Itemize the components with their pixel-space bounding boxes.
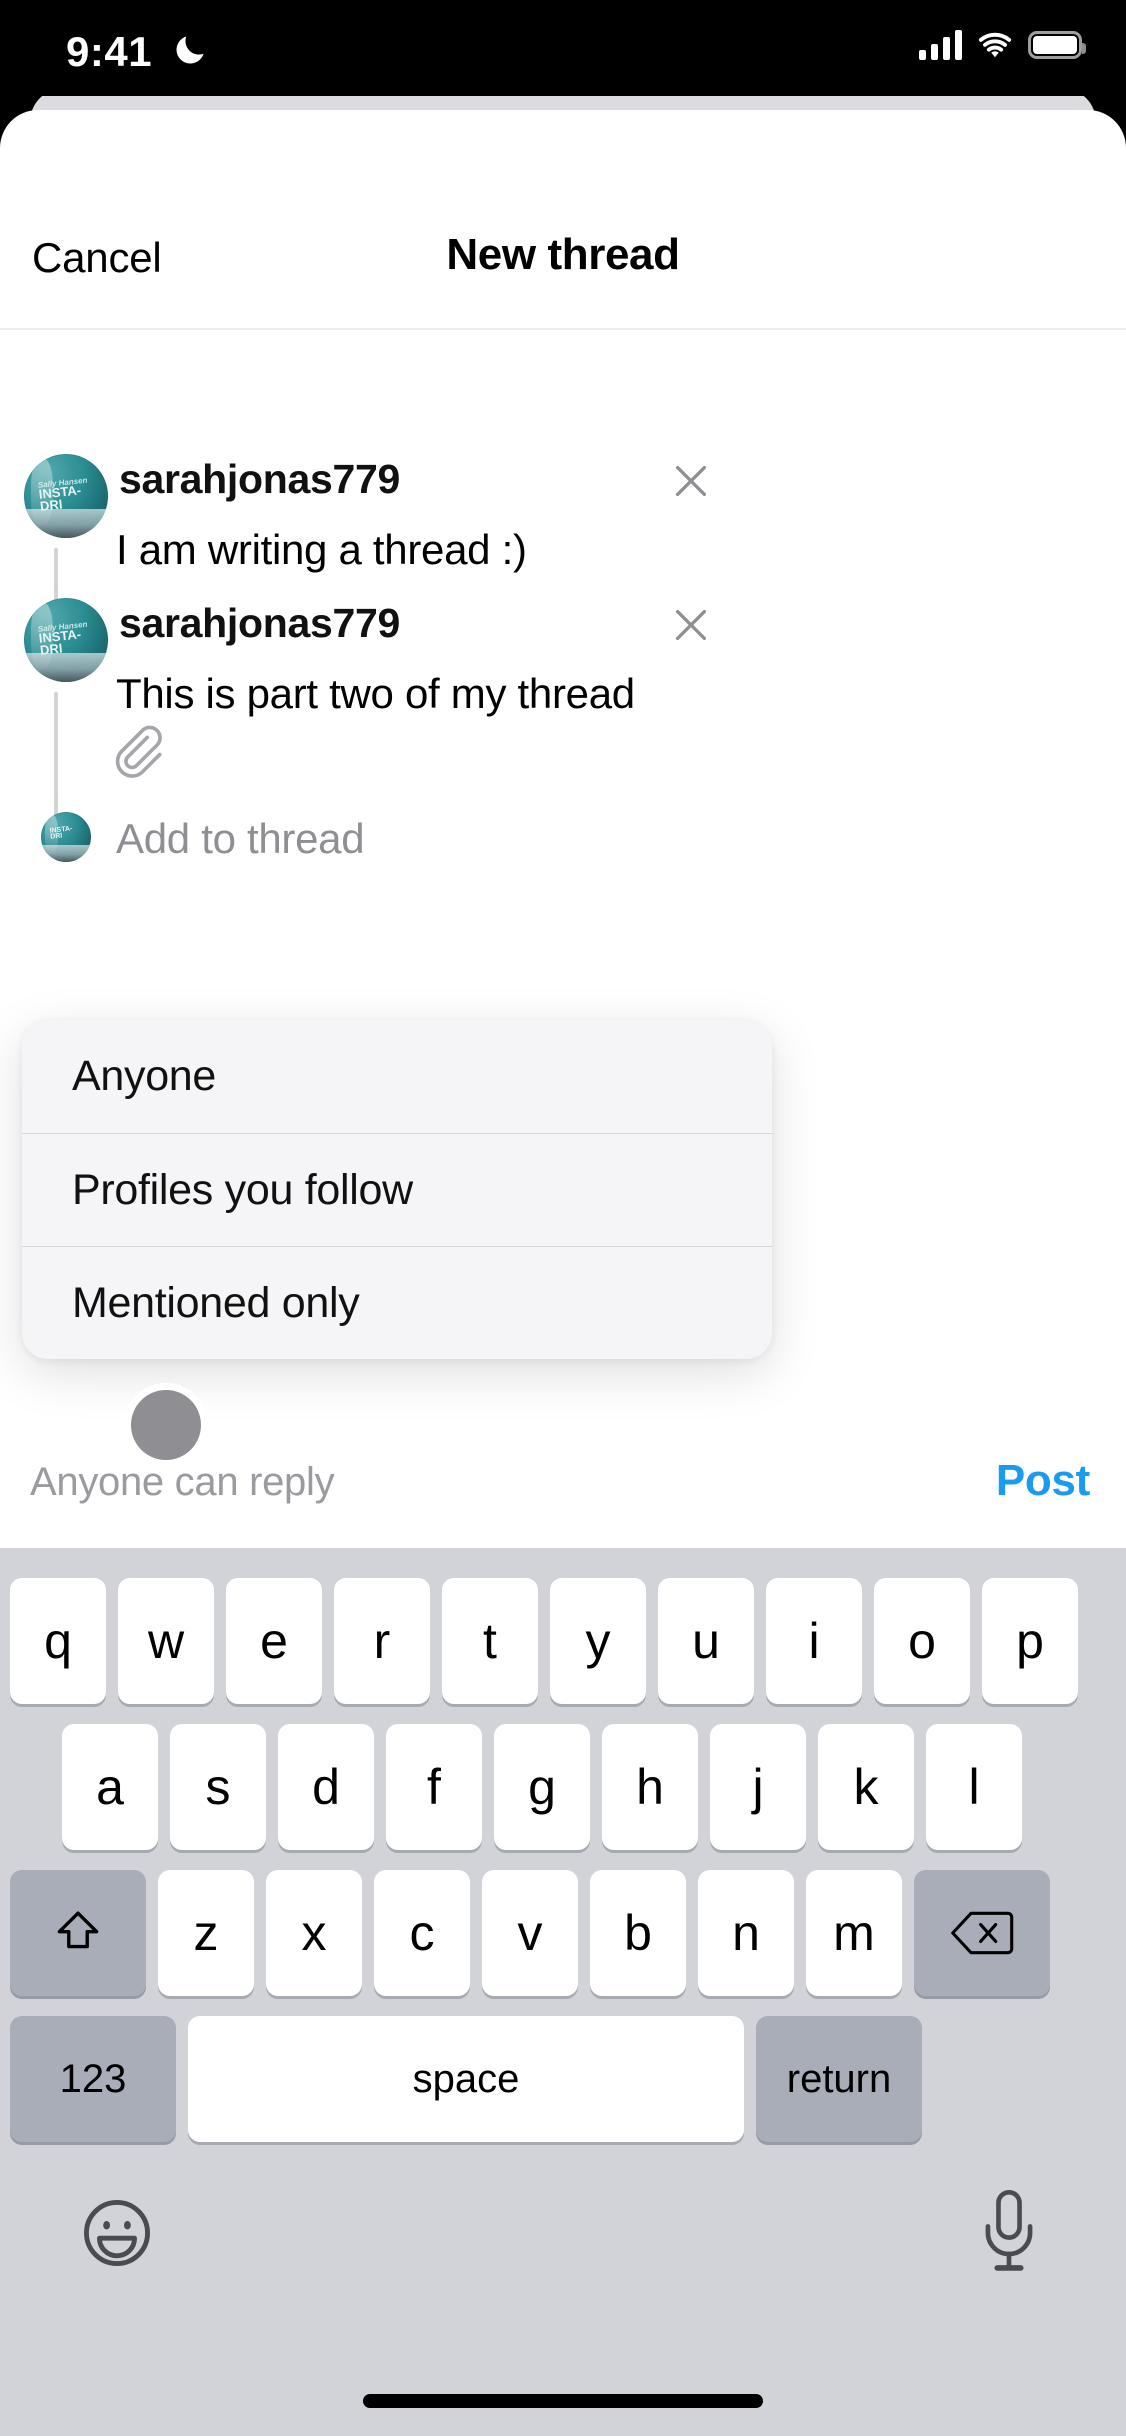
shift-icon: [57, 1911, 99, 1949]
shift-key[interactable]: [10, 1870, 146, 1996]
header-divider: [0, 328, 1126, 330]
add-to-thread-input[interactable]: Add to thread: [116, 815, 365, 863]
key-g[interactable]: g: [494, 1724, 590, 1850]
emoji-icon[interactable]: [78, 2194, 156, 2272]
backspace-icon: [951, 1911, 1014, 1955]
key-i[interactable]: i: [766, 1578, 862, 1704]
key-b[interactable]: b: [590, 1870, 686, 1996]
close-icon[interactable]: [668, 458, 714, 504]
thread-connector-line: [54, 692, 58, 830]
microphone-icon[interactable]: [978, 2188, 1040, 2276]
numbers-key[interactable]: 123: [10, 2016, 176, 2142]
key-v[interactable]: v: [482, 1870, 578, 1996]
close-icon[interactable]: [668, 602, 714, 648]
space-key[interactable]: space: [188, 2016, 744, 2142]
avatar-line2-text: DRI: [49, 832, 63, 842]
return-key[interactable]: return: [756, 2016, 922, 2142]
keyboard-row-4: 123 space return: [10, 2016, 922, 2142]
cellular-signal-icon: [919, 30, 962, 60]
key-d[interactable]: d: [278, 1724, 374, 1850]
avatar[interactable]: Sally Hansen INSTA- DRI: [24, 454, 108, 538]
key-l[interactable]: l: [926, 1724, 1022, 1850]
key-z[interactable]: z: [158, 1870, 254, 1996]
key-j[interactable]: j: [710, 1724, 806, 1850]
key-w[interactable]: w: [118, 1578, 214, 1704]
avatar: INSTA- DRI: [41, 812, 91, 862]
key-p[interactable]: p: [982, 1578, 1078, 1704]
key-n[interactable]: n: [698, 1870, 794, 1996]
post-text[interactable]: This is part two of my thread: [116, 670, 635, 718]
key-f[interactable]: f: [386, 1724, 482, 1850]
key-t[interactable]: t: [442, 1578, 538, 1704]
keyboard-row-2: a s d f g h j k l: [62, 1724, 1022, 1850]
key-h[interactable]: h: [602, 1724, 698, 1850]
status-bar-indicators: [919, 30, 1086, 60]
post-username[interactable]: sarahjonas779: [119, 456, 400, 503]
key-a[interactable]: a: [62, 1724, 158, 1850]
status-bar: 9:41: [0, 0, 1126, 96]
key-u[interactable]: u: [658, 1578, 754, 1704]
key-o[interactable]: o: [874, 1578, 970, 1704]
post-button[interactable]: Post: [996, 1456, 1090, 1506]
key-s[interactable]: s: [170, 1724, 266, 1850]
dropdown-option-profiles-you-follow[interactable]: Profiles you follow: [22, 1133, 772, 1246]
post-username[interactable]: sarahjonas779: [119, 600, 400, 647]
reply-setting-button[interactable]: Anyone can reply: [30, 1460, 335, 1505]
avatar[interactable]: Sally Hansen INSTA- DRI: [24, 598, 108, 682]
sheet-header: Cancel New thread: [0, 110, 1126, 330]
key-k[interactable]: k: [818, 1724, 914, 1850]
keyboard-row-1: q w e r t y u i o p: [10, 1578, 1078, 1704]
key-q[interactable]: q: [10, 1578, 106, 1704]
moon-icon: [176, 36, 204, 64]
status-bar-time: 9:41: [66, 28, 153, 75]
paperclip-icon[interactable]: [112, 718, 172, 786]
touch-cursor-indicator: [131, 1390, 201, 1460]
post-text[interactable]: I am writing a thread :): [116, 526, 527, 574]
key-x[interactable]: x: [266, 1870, 362, 1996]
battery-icon: [1028, 31, 1086, 59]
dropdown-option-mentioned-only[interactable]: Mentioned only: [22, 1246, 772, 1359]
key-y[interactable]: y: [550, 1578, 646, 1704]
backspace-key[interactable]: [914, 1870, 1050, 1996]
page-title: New thread: [446, 230, 680, 279]
home-indicator: [363, 2394, 763, 2408]
keyboard-accessory-row: [0, 2178, 1126, 2318]
wifi-icon: [978, 32, 1012, 58]
key-r[interactable]: r: [334, 1578, 430, 1704]
key-m[interactable]: m: [806, 1870, 902, 1996]
key-e[interactable]: e: [226, 1578, 322, 1704]
virtual-keyboard: q w e r t y u i o p a s d f g h j k l z …: [0, 1548, 1126, 2436]
keyboard-row-3: z x c v b n m: [10, 1870, 1050, 1996]
reply-audience-dropdown: Anyone Profiles you follow Mentioned onl…: [22, 1020, 772, 1359]
key-c[interactable]: c: [374, 1870, 470, 1996]
dropdown-option-anyone[interactable]: Anyone: [22, 1020, 772, 1133]
